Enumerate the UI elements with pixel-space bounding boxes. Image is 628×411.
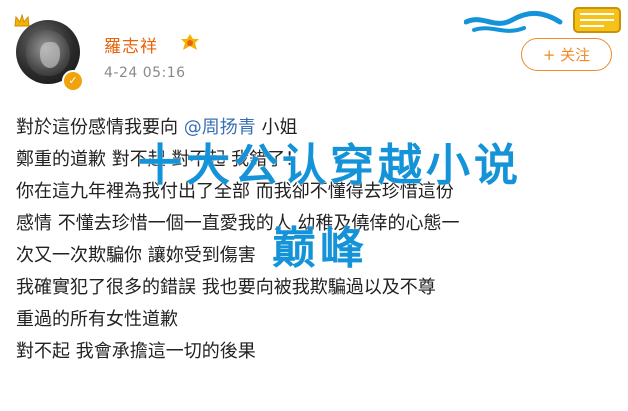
crown-icon [14,14,30,27]
avatar-lion-face [40,42,60,68]
weibo-post: ✓ 羅志祥 4-24 05:16 + 关注 對於這份感情我要向 @周扬青 小姐 … [0,0,628,411]
content-line: 重過的所有女性道歉 [16,304,616,336]
decoration-logo [464,7,621,33]
mention-link[interactable]: @周扬青 [184,117,256,138]
badge-icon [181,34,199,50]
line-text: 對不起 我會承擔這一切的後果 [16,341,256,362]
watermark-line-2: 巅峰 [272,223,368,274]
verified-icon: ✓ [62,70,84,92]
post-timestamp: 4-24 05:16 [104,65,186,81]
follow-button[interactable]: + 关注 [521,38,612,71]
line-text: 小姐 [255,117,298,138]
line-text: 對於這份感情我要向 [16,117,184,138]
watermark-line-1: 十大公认穿越小说 [138,140,522,191]
line-text: 我確實犯了很多的錯誤 我也要向被我欺騙過以及不尊 [16,277,436,298]
content-line: 我確實犯了很多的錯誤 我也要向被我欺騙過以及不尊 [16,272,616,304]
username[interactable]: 羅志祥 [104,32,158,57]
line-text: 重過的所有女性道歉 [16,309,178,330]
content-line: 對不起 我會承擔這一切的後果 [16,336,616,368]
